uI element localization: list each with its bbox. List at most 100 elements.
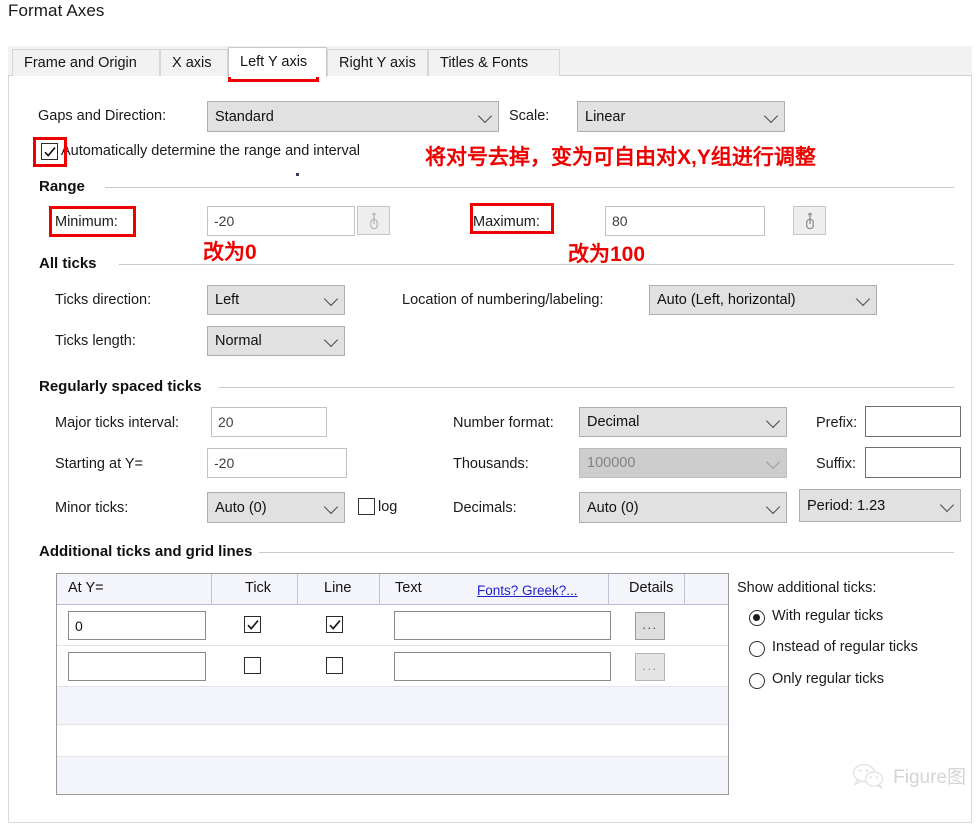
checkmark-icon	[44, 147, 56, 157]
row-0-tick-checkbox[interactable]	[244, 616, 261, 633]
thousands-combo[interactable]: 100000	[579, 448, 787, 478]
row-1-tick-checkbox[interactable]	[244, 657, 261, 674]
tab-right-y-axis[interactable]: Right Y axis	[327, 49, 428, 76]
ticks-length-label: Ticks length:	[55, 333, 136, 349]
tab-strip: Frame and Origin X axis Left Y axis Righ…	[8, 46, 972, 77]
scale-combo[interactable]: Linear	[577, 101, 785, 132]
prefix-label: Prefix:	[816, 415, 858, 431]
row-0-at-y-input[interactable]: 0	[68, 611, 206, 640]
column-header-details: Details	[629, 580, 674, 596]
chevron-down-icon	[765, 454, 781, 470]
number-format-value: Decimal	[587, 414, 640, 430]
table-row[interactable]	[57, 725, 728, 757]
row-0-details-button[interactable]: ...	[635, 612, 665, 640]
chevron-down-icon	[477, 108, 493, 123]
major-ticks-interval-label: Major ticks interval:	[55, 415, 180, 431]
window-title: Format Axes	[8, 1, 105, 20]
maximum-spinner-button[interactable]	[793, 206, 826, 235]
scale-value: Linear	[585, 108, 626, 125]
fonts-greek-link[interactable]: Fonts? Greek?...	[477, 583, 578, 598]
radio-label-only-regular-ticks: Only regular ticks	[772, 671, 885, 687]
show-additional-ticks-label: Show additional ticks:	[737, 580, 877, 596]
column-header-tick: Tick	[245, 580, 272, 596]
radio-instead-of-regular-ticks[interactable]	[749, 641, 765, 657]
thousands-label: Thousands:	[453, 456, 529, 472]
tab-left-y-axis[interactable]: Left Y axis	[228, 47, 327, 77]
regular-ticks-group-rule	[219, 387, 954, 388]
table-row[interactable]	[57, 757, 728, 794]
chevron-down-icon	[763, 108, 779, 123]
period-format-value: Period: 1.23	[807, 497, 886, 514]
prefix-input[interactable]	[865, 406, 961, 437]
radio-label-instead-of-regular-ticks: Instead of regular ticks	[772, 639, 918, 655]
radio-with-regular-ticks[interactable]	[749, 610, 765, 626]
log-checkbox[interactable]	[358, 498, 375, 515]
row-0-at-y-value: 0	[75, 617, 83, 634]
scale-label: Scale:	[509, 108, 550, 124]
column-header-text: Text	[395, 580, 422, 596]
ticks-length-combo[interactable]: Normal	[207, 326, 345, 356]
row-0-line-checkbox[interactable]	[326, 616, 343, 633]
starting-at-y-label: Starting at Y=	[55, 456, 143, 472]
additional-ticks-table: At Y= Tick Line Text Details Fonts? Gree…	[56, 573, 729, 795]
table-row: ...	[57, 646, 728, 687]
minor-ticks-combo[interactable]: Auto (0)	[207, 492, 345, 523]
starting-at-y-value: -20	[214, 455, 235, 471]
row-0-text-input[interactable]	[394, 611, 611, 640]
checkmark-icon	[247, 620, 259, 630]
watermark: Figure图	[852, 762, 966, 789]
radio-only-regular-ticks[interactable]	[749, 673, 765, 689]
range-group-title: Range	[39, 178, 85, 195]
chevron-down-icon	[855, 291, 871, 307]
maximum-input[interactable]: 80	[605, 206, 765, 236]
auto-range-checkbox[interactable]	[41, 143, 58, 160]
location-numbering-combo[interactable]: Auto (Left, horizontal)	[649, 285, 877, 315]
annotation-text-maximum: 改为100	[568, 243, 646, 266]
annotation-text-minimum: 改为0	[203, 241, 257, 264]
chevron-down-icon	[323, 291, 339, 307]
row-1-line-checkbox[interactable]	[326, 657, 343, 674]
minimum-label: Minimum:	[55, 214, 118, 230]
spinner-arrow-icon	[806, 212, 814, 230]
decimals-combo[interactable]: Auto (0)	[579, 492, 787, 523]
checkmark-icon	[329, 620, 341, 630]
gaps-and-direction-value: Standard	[215, 108, 274, 125]
major-ticks-interval-input[interactable]: 20	[211, 407, 327, 437]
number-format-combo[interactable]: Decimal	[579, 407, 787, 437]
minor-ticks-value: Auto (0)	[215, 499, 267, 516]
major-ticks-interval-value: 20	[218, 414, 234, 430]
log-label: log	[378, 499, 398, 515]
ticks-direction-combo[interactable]: Left	[207, 285, 345, 315]
ticks-direction-label: Ticks direction:	[55, 292, 152, 308]
column-header-line: Line	[324, 580, 352, 596]
minimum-spinner-button[interactable]	[357, 206, 390, 235]
tab-frame-and-origin[interactable]: Frame and Origin	[12, 49, 160, 76]
suffix-input[interactable]	[865, 447, 961, 478]
row-1-text-input[interactable]	[394, 652, 611, 681]
maximum-value: 80	[612, 213, 628, 229]
annotation-text-auto: 将对号去掉，变为可自由对X,Y组进行调整	[425, 146, 816, 169]
table-row: 0 ...	[57, 605, 728, 646]
minimum-input[interactable]: -20	[207, 206, 355, 236]
auto-range-label: Automatically determine the range and in…	[61, 143, 361, 159]
row-1-details-button[interactable]: ...	[635, 653, 665, 681]
row-1-at-y-input[interactable]	[68, 652, 206, 681]
chevron-down-icon	[323, 332, 339, 348]
decimals-label: Decimals:	[453, 500, 517, 516]
chevron-down-icon	[765, 499, 781, 514]
chevron-down-icon	[939, 497, 955, 512]
regular-ticks-group-title: Regularly spaced ticks	[39, 378, 202, 395]
radio-selected-dot	[753, 614, 760, 621]
period-format-combo[interactable]: Period: 1.23	[799, 489, 961, 522]
wechat-icon	[852, 763, 884, 789]
tab-titles-and-fonts[interactable]: Titles & Fonts	[428, 49, 560, 76]
table-row[interactable]	[57, 687, 728, 725]
starting-at-y-input[interactable]: -20	[207, 448, 347, 478]
decimals-value: Auto (0)	[587, 499, 639, 516]
column-header-at-y: At Y=	[68, 580, 104, 596]
tab-x-axis[interactable]: X axis	[160, 49, 228, 76]
suffix-label: Suffix:	[816, 456, 857, 472]
gaps-and-direction-combo[interactable]: Standard	[207, 101, 499, 132]
location-numbering-label: Location of numbering/labeling:	[402, 292, 604, 308]
ticks-direction-value: Left	[215, 292, 240, 308]
